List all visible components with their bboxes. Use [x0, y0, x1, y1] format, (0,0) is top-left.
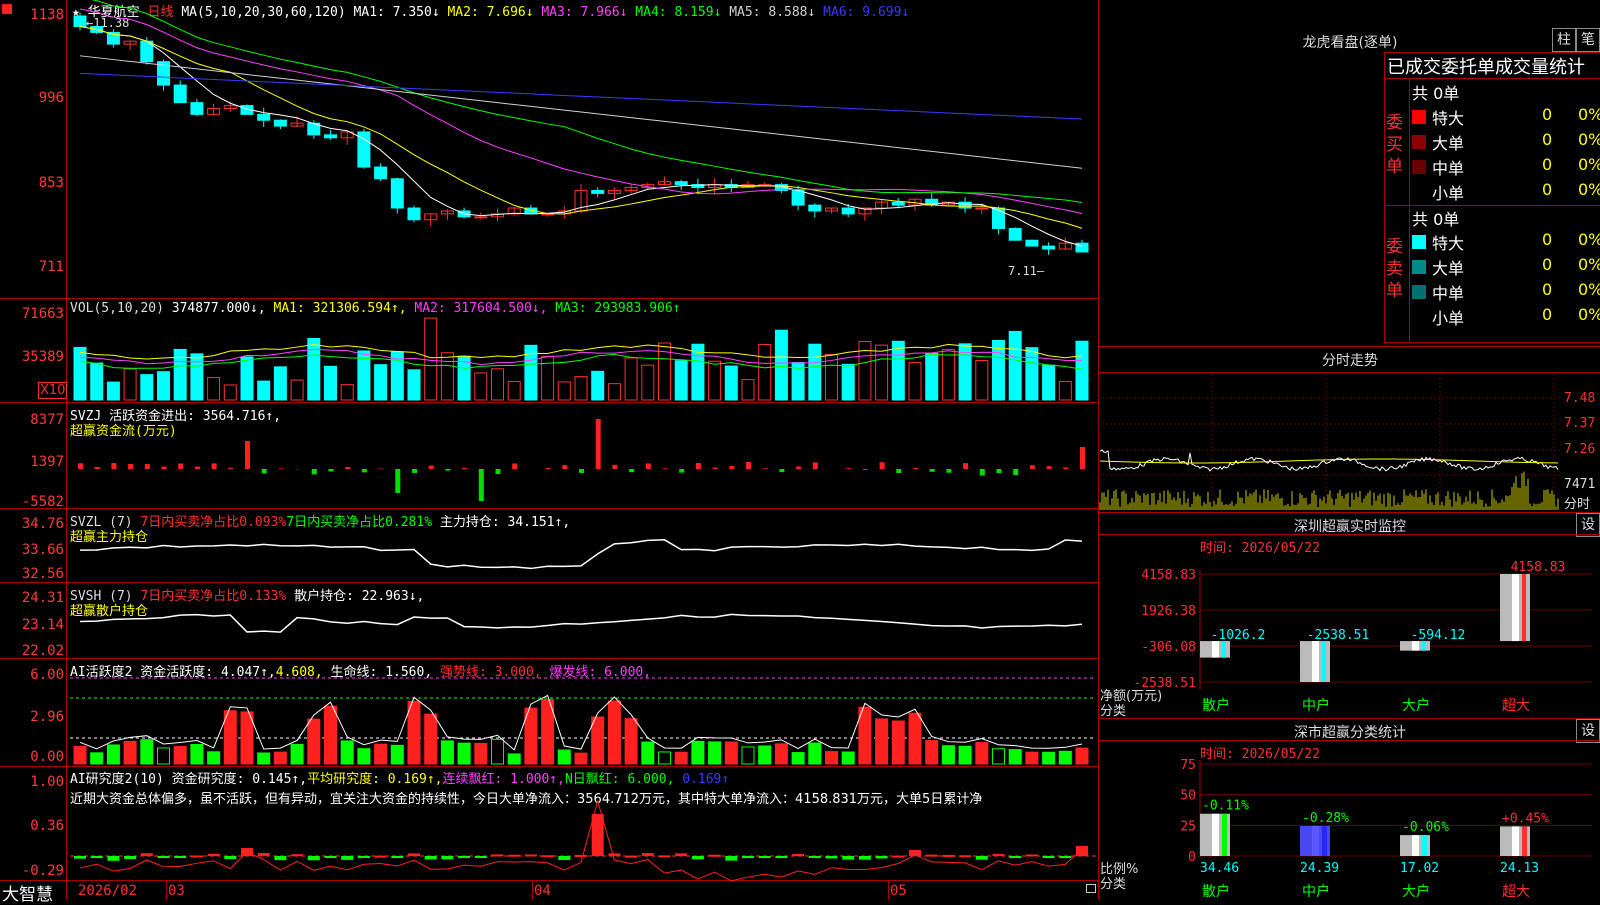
stats-y-tick: 75 — [1180, 758, 1196, 773]
ratio-bar-edge — [1222, 814, 1227, 856]
ratio-bar-tint — [1300, 826, 1330, 856]
change-label: +0.45% — [1502, 811, 1549, 826]
stats-chart[interactable]: 75 50 25 0 -0.11% 34.46 散户 -0.28% 24.39 中户 -0.06% 1… — [0, 0, 1600, 900]
ratio-value: 17.02 — [1400, 861, 1439, 876]
category-label: 散户 — [1202, 883, 1230, 900]
ratio-bar-highlight — [1212, 814, 1219, 856]
category-label: 大户 — [1402, 883, 1430, 900]
ratio-value: 34.46 — [1200, 861, 1239, 876]
change-label: -0.11% — [1202, 799, 1249, 814]
ratio-value: 24.13 — [1500, 861, 1539, 876]
ratio-bar-highlight — [1512, 826, 1519, 856]
category-label: 中户 — [1302, 883, 1330, 900]
ratio-bar-highlight — [1412, 835, 1419, 856]
ratio-bar-edge — [1422, 835, 1427, 856]
change-label: -0.28% — [1302, 811, 1349, 826]
ratio-value: 24.39 — [1300, 861, 1339, 876]
change-label: -0.06% — [1402, 820, 1449, 835]
stats-y-tick: 50 — [1180, 789, 1196, 804]
category-label: 超大 — [1502, 884, 1530, 900]
ratio-bar-edge — [1522, 826, 1527, 856]
stats-y-tick: 25 — [1180, 819, 1196, 834]
stats-y-tick: 0 — [1188, 850, 1196, 865]
